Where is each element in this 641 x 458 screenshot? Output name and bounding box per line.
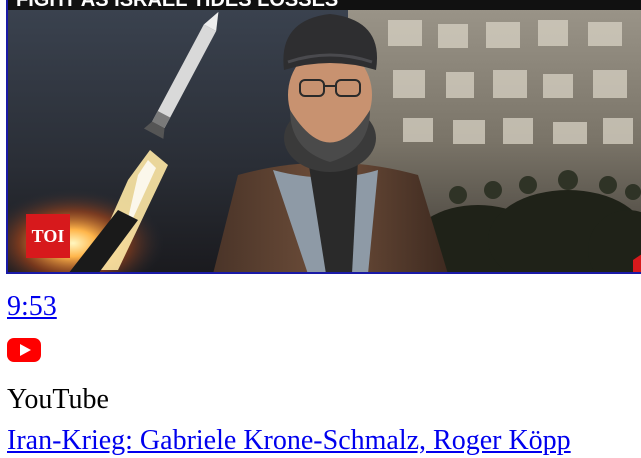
youtube-play-icon xyxy=(7,338,41,362)
video-thumbnail-image: FIGHT AS ISRAEL TIDES LOSSES TOI xyxy=(8,0,641,272)
thumbnail-headline: FIGHT AS ISRAEL TIDES LOSSES xyxy=(16,0,338,11)
video-thumbnail-link[interactable]: FIGHT AS ISRAEL TIDES LOSSES TOI xyxy=(6,0,641,274)
toi-badge-label: TOI xyxy=(32,226,65,246)
video-source-label: YouTube xyxy=(7,384,109,415)
video-title-link[interactable]: Iran-Krieg: Gabriele Krone-Schmalz, Roge… xyxy=(7,424,571,458)
video-result-card: FIGHT AS ISRAEL TIDES LOSSES TOI 9:53 Yo… xyxy=(0,0,641,458)
video-duration-link[interactable]: 9:53 xyxy=(7,290,57,324)
toi-badge: TOI xyxy=(26,214,70,258)
